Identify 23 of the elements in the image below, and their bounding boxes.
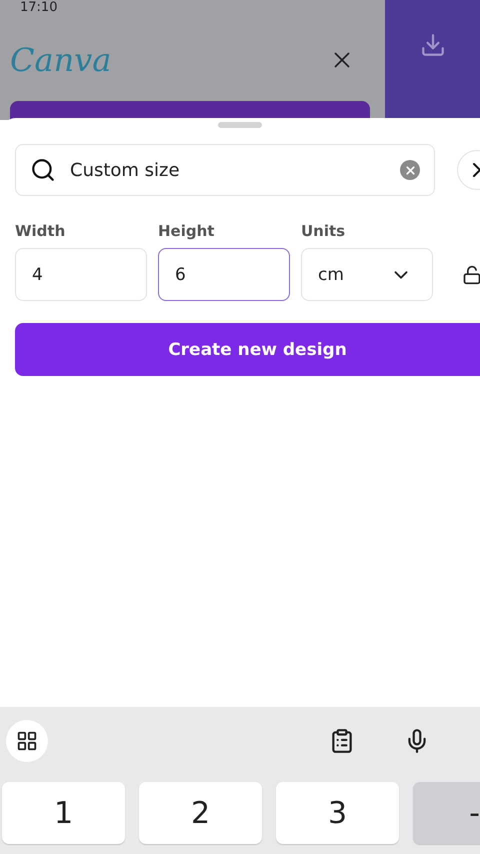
- status-time: 17:10: [20, 0, 58, 15]
- clear-button[interactable]: [400, 160, 420, 180]
- field-label: Width: [15, 222, 66, 240]
- field-label: Height: [158, 222, 216, 240]
- size-input[interactable]: 6: [158, 248, 290, 301]
- clear-icon: [404, 164, 416, 176]
- search-field[interactable]: Custom size: [15, 144, 435, 196]
- units-dropdown[interactable]: cm: [301, 248, 433, 301]
- keyboard-key[interactable]: 3: [276, 782, 399, 844]
- keyboard-key[interactable]: 2: [139, 782, 262, 844]
- search-icon: [30, 157, 56, 183]
- lock-icon[interactable]: [462, 264, 480, 284]
- logo: Canva: [10, 41, 112, 80]
- drag-handle[interactable]: [218, 122, 262, 128]
- download-icon[interactable]: [420, 32, 446, 58]
- keyboard-key[interactable]: -: [413, 782, 480, 844]
- keyboard-key[interactable]: 1: [2, 782, 125, 844]
- search-value: Custom size: [70, 160, 181, 180]
- size-input[interactable]: 4: [15, 248, 147, 301]
- create-button[interactable]: Create new design: [15, 323, 480, 376]
- field-label: Units: [301, 222, 346, 240]
- grid-icon: [16, 730, 38, 752]
- apps-button[interactable]: [6, 720, 48, 762]
